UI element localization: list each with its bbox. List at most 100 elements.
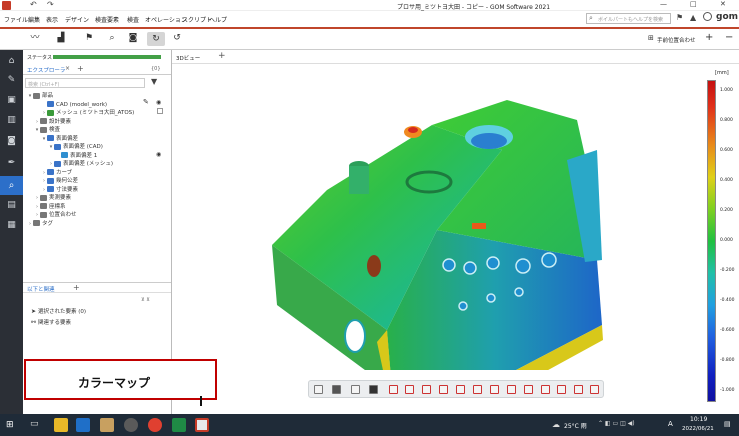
view-tool-icon[interactable] <box>557 385 566 394</box>
tab-explorer[interactable]: エクスプローラ <box>27 66 65 74</box>
view-tool-icon[interactable] <box>369 385 378 394</box>
menu-inspection[interactable]: 検査 <box>127 15 139 24</box>
related-row[interactable]: ⚯ 関連する要素 <box>31 318 71 326</box>
zoom-minus-button[interactable]: − <box>725 32 733 43</box>
redo-icon[interactable]: ↷ <box>47 0 54 9</box>
view-tool-icon[interactable] <box>405 385 414 394</box>
ime-indicator[interactable]: A <box>668 420 673 428</box>
app-icon[interactable] <box>124 418 138 432</box>
wrench-icon[interactable]: ✎ <box>6 75 17 86</box>
menu-design[interactable]: デザイン <box>65 15 89 24</box>
maximize-button[interactable]: □ <box>690 0 697 8</box>
start-icon[interactable]: ⊞ <box>6 420 14 430</box>
notifications-icon[interactable]: ▤ <box>724 420 731 428</box>
tab-close-icon[interactable]: × <box>65 65 70 72</box>
tree-row[interactable]: › カーブ <box>41 169 72 177</box>
flag-tool-icon[interactable]: ⚑ <box>84 33 94 43</box>
zoom-plus-button[interactable]: + <box>705 32 713 43</box>
tree-row[interactable]: › 幾何公差 <box>41 177 78 185</box>
color-mapped-part[interactable] <box>267 80 617 370</box>
clock-date[interactable]: 2022/06/21 <box>682 426 714 432</box>
view-tool-icon[interactable] <box>490 385 499 394</box>
tree-row[interactable]: › 設計要素 <box>34 118 71 126</box>
excel-icon[interactable] <box>172 418 186 432</box>
task-view-icon[interactable]: ▭ <box>30 419 39 429</box>
visibility-eye-icon[interactable]: ◉ <box>156 99 161 106</box>
outlook-icon[interactable] <box>76 418 90 432</box>
menu-inspection-elements[interactable]: 検査要素 <box>95 15 119 24</box>
tree-row[interactable]: CAD (model_work) <box>41 101 107 109</box>
explorer-search-input[interactable]: 検索 (Ctrl+F) <box>25 78 145 88</box>
tree-row[interactable]: › 位置合わせ <box>34 211 77 219</box>
tree-row[interactable]: › メッシュ (ミツトヨ大田_ATOS) <box>41 109 134 117</box>
related-row[interactable]: ➤ 選択された要素 (0) <box>31 307 86 315</box>
view-tool-icon[interactable] <box>314 385 323 394</box>
alignment-selector[interactable]: 手前位置合わせ <box>657 36 696 44</box>
view-tool-icon[interactable] <box>439 385 448 394</box>
view-tool-icon[interactable] <box>332 385 341 394</box>
menu-operation[interactable]: オペレーション <box>145 15 187 24</box>
refresh-active-icon[interactable]: ↻ <box>147 32 165 46</box>
help-search-field[interactable]: ⌕ ボイルパートもヘルプを検索 <box>586 13 671 24</box>
menu-edit[interactable]: 編集 <box>28 15 40 24</box>
clock-time[interactable]: 10:19 <box>690 416 707 423</box>
grid-icon[interactable]: ▦ <box>6 220 17 231</box>
barcode-icon[interactable]: ▥ <box>6 115 17 126</box>
menu-file[interactable]: ファイル <box>4 15 28 24</box>
minimize-button[interactable]: — <box>660 0 667 8</box>
view-tool-icon[interactable] <box>574 385 583 394</box>
edit-pencil-icon[interactable]: ✎ <box>143 98 149 106</box>
file-explorer-icon[interactable] <box>54 418 68 432</box>
tree-row[interactable]: › タグ <box>27 220 53 228</box>
tree-row[interactable]: › 実測要素 <box>34 194 71 202</box>
close-button[interactable]: ✕ <box>720 0 726 8</box>
visibility-checkbox[interactable] <box>157 108 163 114</box>
tree-row[interactable]: ▾ 検査 <box>34 126 60 134</box>
user-icon[interactable] <box>703 12 712 21</box>
tree-row[interactable]: › 表面偏差 (メッシュ) <box>48 160 113 168</box>
app-icon[interactable] <box>100 418 114 432</box>
3d-viewport[interactable]: 3Dビュー + [mm] 1.000 0.800 0.600 0.400 0.2… <box>172 50 739 414</box>
chrome-icon[interactable] <box>148 418 162 432</box>
menu-script[interactable]: スクリプト <box>182 15 212 24</box>
reload-icon[interactable]: ↺ <box>172 33 182 43</box>
camera-icon[interactable]: ◙ <box>128 33 138 43</box>
visibility-eye-icon[interactable]: ◉ <box>156 151 161 158</box>
tab-related[interactable]: 以下と関連 <box>27 285 55 293</box>
filter-count[interactable]: {0} <box>151 66 161 72</box>
view-tool-icon[interactable] <box>524 385 533 394</box>
filter-icon[interactable]: ▼ <box>151 77 157 86</box>
home-icon[interactable]: ⌂ <box>6 56 17 67</box>
tray-icons[interactable]: ⌃ ◧ ▭ ◫ ◀) <box>598 420 635 427</box>
tab-3d-view[interactable]: 3Dビュー <box>176 54 200 62</box>
document-icon[interactable]: ▤ <box>6 200 17 211</box>
tab-add-icon[interactable]: + <box>77 64 84 73</box>
gom-taskbar-icon[interactable] <box>195 418 209 432</box>
view-tool-icon[interactable] <box>473 385 482 394</box>
menu-view[interactable]: 表示 <box>46 15 58 24</box>
flag-icon[interactable]: ⚑ <box>676 13 683 22</box>
view-tool-icon[interactable] <box>422 385 431 394</box>
inspect-icon[interactable]: ⌕ <box>0 176 23 195</box>
view-tool-icon[interactable] <box>456 385 465 394</box>
tree-row[interactable]: ▾ 表面偏差 (CAD) <box>48 143 103 151</box>
briefcase-icon[interactable]: ▣ <box>6 95 17 106</box>
view-tool-icon[interactable] <box>351 385 360 394</box>
pen-icon[interactable]: ✒ <box>6 158 17 169</box>
chart-tool-icon[interactable]: ▟ <box>56 33 66 43</box>
tab-add-icon[interactable]: + <box>218 51 226 61</box>
menu-help[interactable]: ヘルプ <box>209 15 227 24</box>
tree-row[interactable]: › 寸法要素 <box>41 186 78 194</box>
view-tool-icon[interactable] <box>541 385 550 394</box>
magnify-icon[interactable]: ⌕ <box>107 33 117 43</box>
view-tool-icon[interactable] <box>389 385 398 394</box>
tree-row[interactable]: ▾ 表面偏差 <box>41 135 78 143</box>
tree-row[interactable]: 表面偏差 1 <box>55 152 97 160</box>
camera-icon[interactable]: ◙ <box>6 136 17 147</box>
curve-tool-icon[interactable]: 〰 <box>30 33 40 43</box>
tree-row[interactable]: ▾ 部品 <box>27 92 53 100</box>
tab-add-icon[interactable]: + <box>73 283 80 292</box>
tree-row[interactable]: › 座標系 <box>34 203 66 211</box>
academy-icon[interactable]: ▲ <box>690 13 696 22</box>
view-tool-icon[interactable] <box>507 385 516 394</box>
